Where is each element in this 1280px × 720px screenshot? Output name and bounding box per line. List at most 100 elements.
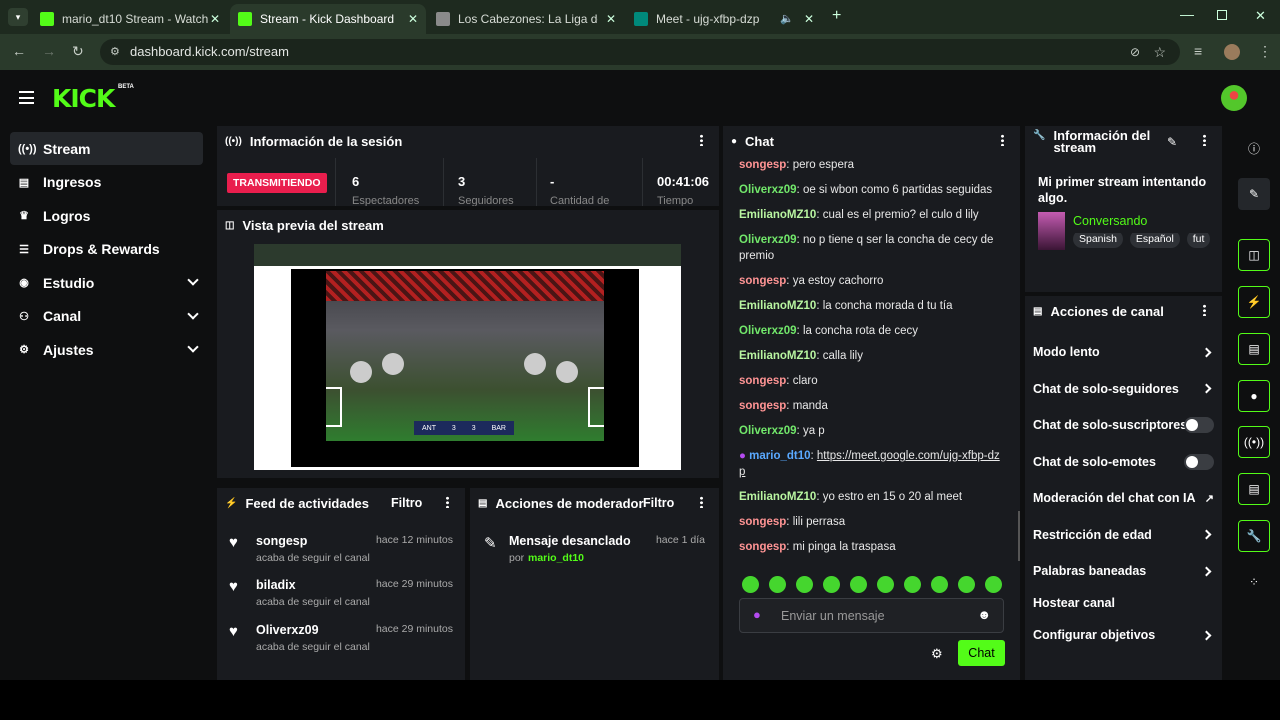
tag[interactable]: Spanish — [1073, 233, 1123, 248]
sidebar-item-estudio[interactable]: ◉ Estudio — [10, 266, 203, 299]
activity-user[interactable]: songesp — [256, 534, 307, 548]
browser-tab-3[interactable]: Los Cabezones: La Liga de Campeones ✕ — [428, 4, 624, 34]
bookmark-star-icon[interactable]: ☆ — [1153, 39, 1166, 65]
kick-logo[interactable]: KICK — [52, 84, 115, 113]
session-toggle-icon[interactable]: ((•)) — [1238, 426, 1270, 458]
kebab-menu-icon[interactable] — [700, 134, 703, 146]
user-avatar[interactable] — [1221, 85, 1247, 111]
new-tab-button[interactable]: + — [832, 7, 841, 25]
close-tab-icon[interactable]: ✕ — [210, 12, 220, 26]
emote-icon[interactable] — [769, 576, 786, 593]
close-tab-icon[interactable]: ✕ — [408, 12, 418, 26]
preview-toggle-icon[interactable]: ◫ — [1238, 239, 1270, 271]
slow-mode-item[interactable]: Modo lento — [1033, 341, 1222, 363]
chat-username[interactable]: mario_dt10 — [749, 450, 810, 462]
edit-icon[interactable]: ✎ — [1238, 178, 1270, 210]
close-tab-icon[interactable]: ✕ — [804, 12, 814, 26]
edit-pencil-icon[interactable]: ✎ — [1167, 135, 1177, 149]
emotes-only-item[interactable]: Chat de solo-emotes — [1033, 451, 1222, 473]
followers-only-item[interactable]: Chat de solo-seguidores — [1033, 378, 1222, 400]
browser-tab-2[interactable]: Stream - Kick Dashboard ✕ — [230, 4, 426, 34]
close-window-icon[interactable]: ✕ — [1255, 8, 1266, 24]
chat-username[interactable]: Oliverxz09 — [739, 234, 797, 246]
minimize-window-icon[interactable]: — — [1180, 6, 1194, 22]
mod-action-user[interactable]: mario_dt10 — [528, 552, 584, 564]
kebab-menu-icon[interactable] — [1001, 134, 1004, 146]
chat-username[interactable]: Oliverxz09 — [739, 425, 797, 437]
browser-tab-1[interactable]: mario_dt10 Stream - Watch Live ✕ — [32, 4, 228, 34]
sidebar-item-logros[interactable]: ♛ Logros — [10, 199, 203, 232]
more-widgets-icon[interactable]: ⁘ — [1238, 566, 1270, 598]
reload-icon[interactable]: ↻ — [72, 43, 84, 60]
browser-tab-4[interactable]: Meet - ujg-xfbp-dzp 🔈 ✕ — [626, 4, 822, 34]
chat-username[interactable]: Oliverxz09 — [739, 184, 797, 196]
emoji-icon[interactable]: ☻ — [977, 607, 991, 622]
microphone-icon[interactable]: ● — [753, 607, 761, 622]
reading-list-icon[interactable]: ≡ — [1194, 43, 1202, 59]
emote-icon[interactable] — [985, 576, 1002, 593]
info-icon[interactable]: ⓘ — [1238, 132, 1270, 164]
kebab-menu-icon[interactable] — [700, 496, 703, 508]
send-chat-button[interactable]: Chat — [958, 640, 1005, 666]
emote-icon[interactable] — [796, 576, 813, 593]
chat-username[interactable]: songesp — [739, 375, 786, 387]
chat-username[interactable]: EmilianoMZ10 — [739, 300, 816, 312]
activity-toggle-icon[interactable]: ⚡ — [1238, 286, 1270, 318]
chat-settings-icon[interactable]: ⚙ — [931, 646, 943, 662]
emote-icon[interactable] — [931, 576, 948, 593]
channel-toggle-icon[interactable]: ▤ — [1238, 473, 1270, 505]
emote-icon[interactable] — [904, 576, 921, 593]
kebab-menu-icon[interactable] — [1203, 134, 1206, 146]
emote-icon[interactable] — [742, 576, 759, 593]
category-link[interactable]: Conversando — [1073, 214, 1147, 228]
sidebar-item-canal[interactable]: ⚇ Canal — [10, 300, 203, 333]
sidebar-item-stream[interactable]: ((•)) Stream — [10, 132, 203, 165]
eye-off-icon[interactable]: ⊘ — [1130, 39, 1140, 65]
chat-username[interactable]: songesp — [739, 541, 786, 553]
sidebar-item-drops[interactable]: ☰ Drops & Rewards — [10, 233, 203, 266]
emote-icon[interactable] — [958, 576, 975, 593]
sidebar-item-ajustes[interactable]: ⚙ Ajustes — [10, 333, 203, 366]
chat-username[interactable]: Oliverxz09 — [739, 325, 797, 337]
moderator-toggle-icon[interactable]: ▤ — [1238, 333, 1270, 365]
chat-scrollbar[interactable] — [1018, 511, 1020, 561]
filter-button[interactable]: Filtro — [391, 496, 422, 510]
chat-username[interactable]: EmilianoMZ10 — [739, 350, 816, 362]
chat-toggle-icon[interactable]: ● — [1238, 380, 1270, 412]
activity-user[interactable]: Oliverxz09 — [256, 623, 319, 637]
hamburger-menu-icon[interactable] — [19, 91, 34, 104]
stream-video-preview[interactable]: ANT 3 3 BAR — [254, 244, 681, 470]
tag[interactable]: fut — [1186, 233, 1211, 248]
set-goals-item[interactable]: Configurar objetivos — [1033, 624, 1222, 646]
address-bar[interactable]: ⚙ dashboard.kick.com/stream ⊘ ☆ — [100, 39, 1180, 65]
site-info-icon[interactable]: ⚙ — [110, 39, 120, 65]
close-tab-icon[interactable]: ✕ — [606, 12, 616, 26]
kebab-menu-icon[interactable] — [446, 496, 449, 508]
host-channel-item[interactable]: Hostear canal — [1033, 592, 1222, 614]
activity-user[interactable]: biladix — [256, 578, 296, 592]
banned-words-item[interactable]: Palabras baneadas — [1033, 560, 1222, 582]
ai-moderation-item[interactable]: Moderación del chat con IA ↗ — [1033, 487, 1222, 509]
subscribers-only-toggle[interactable] — [1184, 417, 1214, 433]
tab-list-button[interactable]: ▾ — [8, 8, 28, 26]
chat-username[interactable]: songesp — [739, 400, 786, 412]
browser-menu-icon[interactable]: ⋮ — [1258, 43, 1272, 60]
emotes-only-toggle[interactable] — [1184, 453, 1214, 470]
chat-username[interactable]: songesp — [739, 159, 786, 171]
stream-info-toggle-icon[interactable]: 🔧 — [1238, 520, 1270, 552]
chat-messages[interactable]: songesp: pero espera Oliverxz09: oe si wb… — [739, 157, 1003, 562]
emote-icon[interactable] — [823, 576, 840, 593]
chat-username[interactable]: songesp — [739, 516, 786, 528]
age-restriction-item[interactable]: Restricción de edad — [1033, 524, 1222, 546]
back-icon[interactable]: ← — [12, 43, 26, 59]
restore-window-icon[interactable] — [1217, 10, 1227, 20]
tag[interactable]: Español — [1129, 233, 1180, 248]
chat-username[interactable]: EmilianoMZ10 — [739, 209, 816, 221]
chat-username[interactable]: songesp — [739, 275, 786, 287]
kebab-menu-icon[interactable] — [1203, 304, 1206, 316]
chat-username[interactable]: EmilianoMZ10 — [739, 491, 816, 503]
emote-icon[interactable] — [877, 576, 894, 593]
forward-icon[interactable]: → — [42, 43, 56, 59]
filter-button[interactable]: Filtro — [643, 496, 674, 510]
sidebar-item-ingresos[interactable]: ▤ Ingresos — [10, 166, 203, 199]
